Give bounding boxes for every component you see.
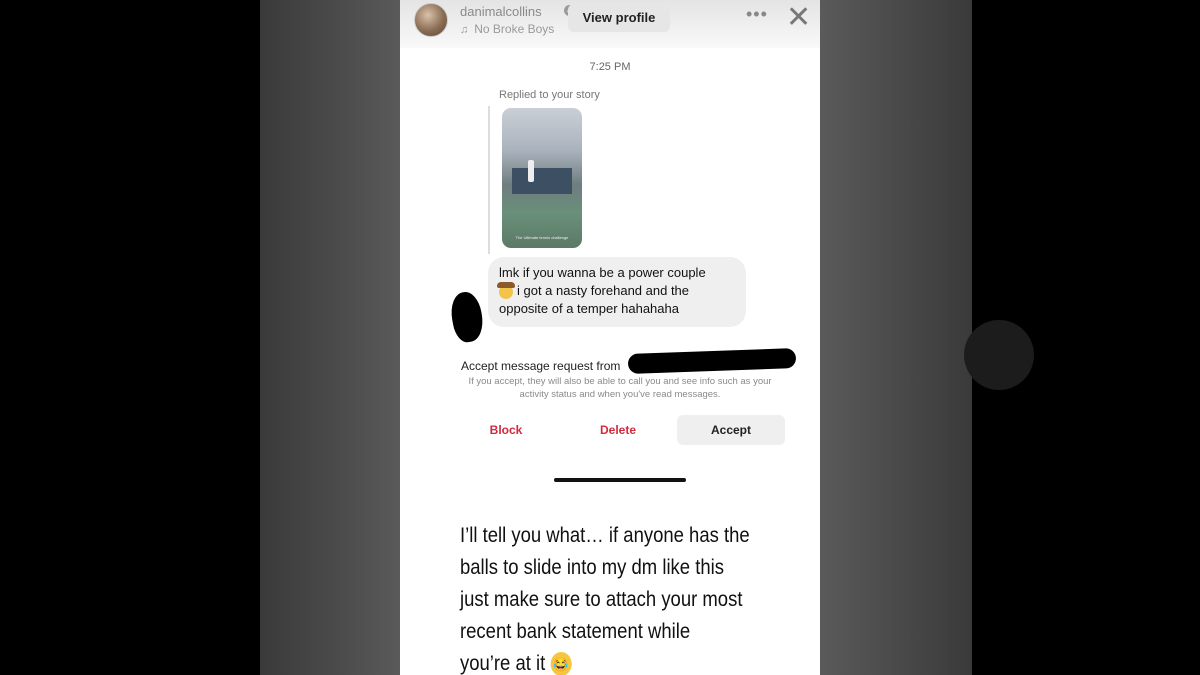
message-line: opposite of a temper hahahaha <box>499 301 679 316</box>
message-line: i got a nasty forehand and the <box>497 281 690 299</box>
home-indicator <box>554 478 686 482</box>
request-title: Accept message request from <box>461 359 621 373</box>
music-title: No Broke Boys <box>474 22 555 36</box>
music-icon: ♫ <box>460 24 469 36</box>
accept-button[interactable]: Accept <box>677 415 785 445</box>
view-profile-button[interactable]: View profile <box>568 4 670 32</box>
thumb-person <box>528 160 534 182</box>
delete-button[interactable]: Delete <box>586 415 650 445</box>
caption-line: just make sure to attach your most <box>460 588 743 611</box>
request-description: If you accept, they will also be able to… <box>468 376 772 400</box>
story-thumbnail[interactable]: The Ultimate tennis challenge <box>502 108 582 248</box>
reply-indicator-bar <box>488 106 490 254</box>
caption-line: balls to slide into my dm like this <box>460 556 724 579</box>
message-line: lmk if you wanna be a power couple <box>499 265 706 280</box>
redaction-scribble-name <box>627 348 797 374</box>
blurred-background-left <box>260 0 400 675</box>
music-label[interactable]: ♫ No Broke Boys <box>460 22 554 36</box>
message-line-text: i got a nasty forehand and the <box>517 283 690 298</box>
caption-line-text: you’re at it <box>460 652 546 675</box>
more-icon[interactable]: ••• <box>746 4 768 25</box>
message-timestamp: 7:25 PM <box>589 61 631 73</box>
close-icon[interactable]: ✕ <box>786 0 811 35</box>
redaction-scribble-avatar <box>447 289 487 345</box>
avatar[interactable] <box>414 3 448 37</box>
caption-line: recent bank statement while <box>460 620 691 643</box>
story-username[interactable]: danimalcollins <box>460 4 542 19</box>
story-screen: danimalcollins ✓ 23h ♫No Broke Boys View… <box>400 0 820 675</box>
story-header: danimalcollins ✓ 23h ♫No Broke Boys View… <box>400 0 820 48</box>
story-caption: I’ll tell you what… if anyone has the ba… <box>460 520 750 675</box>
caption-line: I’ll tell you what… if anyone has the <box>460 524 750 547</box>
thumb-court <box>512 168 572 194</box>
background-shape <box>964 320 1034 390</box>
block-button[interactable]: Block <box>476 415 536 445</box>
thumb-caption: The Ultimate tennis challenge <box>515 235 569 240</box>
message-bubble[interactable]: lmk if you wanna be a power couple i got… <box>488 257 746 327</box>
cowboy-emoji-icon <box>497 281 515 299</box>
caption-line: you’re at it 😂 <box>460 648 750 675</box>
replied-label: Replied to your story <box>499 89 600 101</box>
laughing-emoji-icon: 😂 <box>550 652 572 675</box>
blurred-background-right <box>820 0 972 675</box>
